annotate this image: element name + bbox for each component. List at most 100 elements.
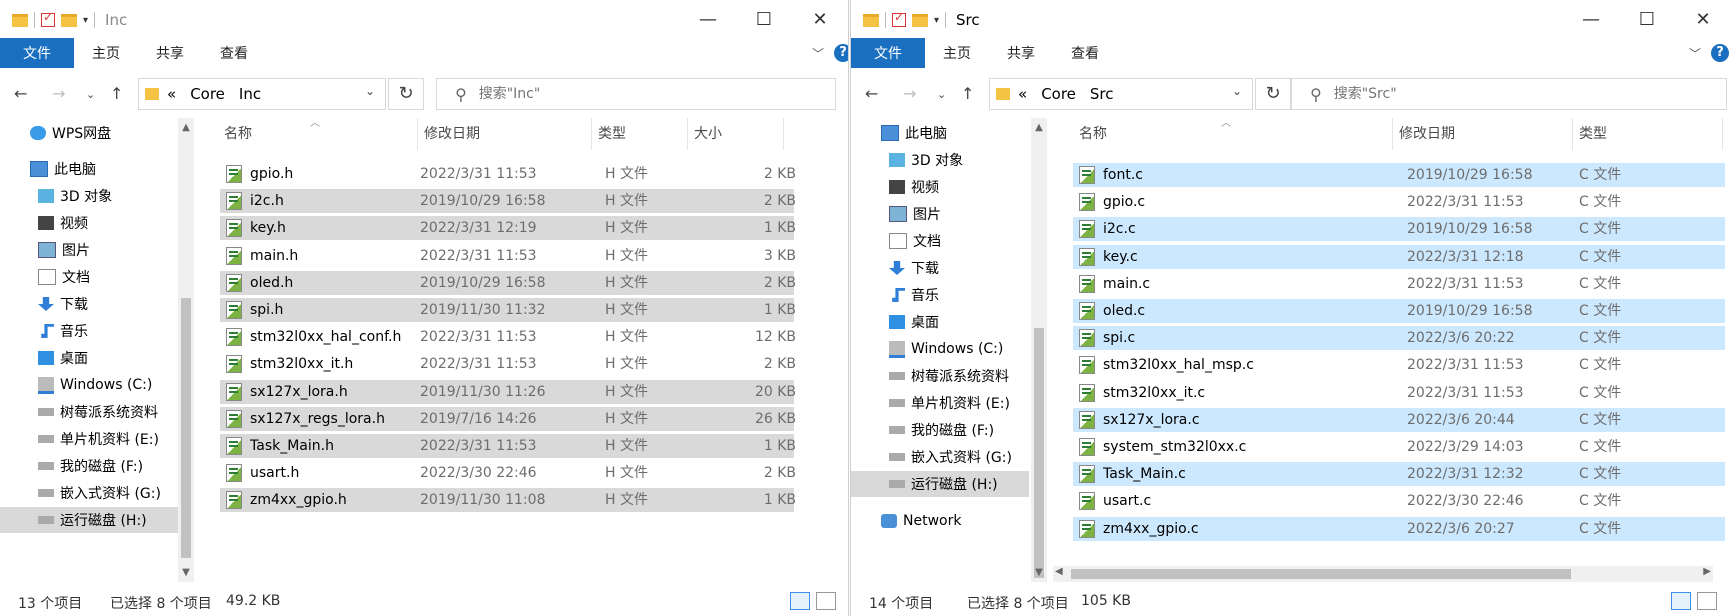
file-row[interactable]: stm32l0xx_hal_conf.h 2022/3/31 11:53 H 文件 1… — [220, 325, 796, 349]
file-row[interactable]: sx127x_regs_lora.h 2019/7/16 14:26 H 文件 26 … — [220, 406, 796, 431]
file-row[interactable]: Task_Main.c 2022/3/31 12:32 C 文件 — [1073, 462, 1725, 487]
nav-scrollbar[interactable]: ▲ ▼ — [178, 118, 194, 582]
file-row[interactable]: stm32l0xx_hal_msp.c 2022/3/31 11:53 C 文件 — [1073, 353, 1725, 377]
scroll-right-icon[interactable]: ▶ — [1703, 566, 1711, 577]
column-type[interactable]: 类型 — [1573, 118, 1723, 150]
scroll-up-icon[interactable]: ▲ — [1031, 122, 1047, 133]
tab-file[interactable]: 文件 — [0, 38, 74, 68]
nav-item[interactable]: 音乐 — [0, 318, 178, 344]
file-row[interactable]: oled.c 2019/10/29 16:58 C 文件 — [1073, 299, 1725, 323]
column-name[interactable]: 名称 — [1073, 118, 1393, 150]
large-icons-view-icon[interactable] — [816, 592, 836, 610]
nav-item[interactable]: 视频 — [0, 210, 178, 236]
search-input[interactable] — [476, 85, 681, 103]
address-bar[interactable]: « Core Src ⌄ — [989, 78, 1253, 110]
column-date[interactable]: 修改日期 — [418, 118, 592, 150]
details-view-icon[interactable] — [1671, 592, 1691, 610]
maximize-button[interactable]: ☐ — [736, 0, 792, 38]
tab-file[interactable]: 文件 — [851, 38, 925, 68]
file-row[interactable]: i2c.h 2019/10/29 16:58 H 文件 2 KB — [220, 189, 796, 214]
file-row[interactable]: font.c 2019/10/29 16:58 C 文件 — [1073, 163, 1725, 187]
nav-item[interactable]: Windows (C:) — [0, 372, 178, 398]
nav-item[interactable]: 嵌入式资料 (G:) — [0, 480, 178, 506]
nav-item[interactable]: 我的磁盘 (F:) — [851, 417, 1029, 443]
nav-item[interactable]: 下载 — [851, 255, 1029, 281]
up-arrow-icon[interactable]: ↑ — [961, 84, 974, 103]
tab-home[interactable]: 主页 — [74, 43, 138, 63]
file-row[interactable]: stm32l0xx_it.c 2022/3/31 11:53 C 文件 — [1073, 381, 1725, 405]
file-row[interactable]: Task_Main.h 2022/3/31 11:53 H 文件 1 KB — [220, 434, 796, 458]
breadcrumb-inc[interactable]: Inc — [239, 85, 261, 103]
file-row[interactable]: zm4xx_gpio.c 2022/3/6 20:27 C 文件 — [1073, 516, 1725, 541]
file-row[interactable]: gpio.c 2022/3/31 11:53 C 文件 — [1073, 190, 1725, 214]
recent-locations-icon[interactable]: ⌄ — [86, 88, 95, 101]
file-row[interactable]: oled.h 2019/10/29 16:58 H 文件 2 KB — [220, 270, 796, 295]
tab-view[interactable]: 查看 — [202, 43, 266, 63]
tab-share[interactable]: 共享 — [989, 43, 1053, 63]
file-row[interactable]: key.c 2022/3/31 12:18 C 文件 — [1073, 244, 1725, 269]
nav-item[interactable]: 图片 — [0, 237, 178, 263]
tab-view[interactable]: 查看 — [1053, 43, 1117, 63]
nav-item[interactable]: WPS网盘 — [0, 120, 178, 146]
file-row[interactable]: spi.h 2019/11/30 11:32 H 文件 1 KB — [220, 298, 796, 322]
tab-home[interactable]: 主页 — [925, 43, 989, 63]
up-arrow-icon[interactable]: ↑ — [110, 84, 123, 103]
chevron-down-icon[interactable]: ⌄ — [365, 84, 375, 98]
tab-share[interactable]: 共享 — [138, 43, 202, 63]
file-row[interactable]: usart.c 2022/3/30 22:46 C 文件 — [1073, 489, 1725, 513]
nav-item[interactable]: 视频 — [851, 174, 1029, 200]
help-icon[interactable]: ? — [834, 44, 848, 62]
search-input[interactable] — [1331, 85, 1536, 103]
back-arrow-icon[interactable]: ← — [865, 84, 878, 103]
file-row[interactable]: system_stm32l0xx.c 2022/3/29 14:03 C 文件 — [1073, 435, 1725, 459]
properties-icon[interactable] — [892, 10, 906, 27]
minimize-button[interactable]: — — [1563, 0, 1619, 38]
properties-icon[interactable] — [41, 10, 55, 27]
file-row[interactable]: main.h 2022/3/31 11:53 H 文件 3 KB — [220, 244, 796, 268]
new-folder-icon[interactable] — [61, 13, 77, 27]
nav-item[interactable]: 树莓派系统资料 — [851, 363, 1029, 389]
nav-item[interactable]: 单片机资料 (E:) — [0, 426, 178, 452]
scroll-down-icon[interactable]: ▼ — [1031, 567, 1047, 578]
new-folder-icon[interactable] — [912, 13, 928, 27]
file-row[interactable]: sx127x_lora.h 2019/11/30 11:26 H 文件 20 KB — [220, 379, 796, 404]
scroll-up-icon[interactable]: ▲ — [178, 122, 194, 133]
breadcrumb-core[interactable]: Core — [190, 85, 225, 103]
nav-item[interactable]: 此电脑 — [851, 120, 1029, 146]
nav-item[interactable]: 单片机资料 (E:) — [851, 390, 1029, 416]
customize-toolbar-icon[interactable]: ▾ — [934, 15, 939, 26]
refresh-button[interactable]: ↻ — [388, 78, 424, 110]
file-row[interactable]: usart.h 2022/3/30 22:46 H 文件 2 KB — [220, 461, 796, 485]
help-icon[interactable]: ? — [1711, 44, 1730, 62]
scrollbar-thumb[interactable] — [1071, 569, 1571, 579]
recent-locations-icon[interactable]: ⌄ — [937, 88, 946, 101]
details-view-icon[interactable] — [790, 592, 810, 610]
nav-item[interactable]: 此电脑 — [0, 156, 178, 182]
file-row[interactable]: zm4xx_gpio.h 2019/11/30 11:08 H 文件 1 KB — [220, 488, 796, 513]
expand-ribbon-icon[interactable]: ﹀ — [1689, 45, 1701, 62]
file-row[interactable]: main.c 2022/3/31 11:53 C 文件 — [1073, 272, 1725, 296]
chevron-down-icon[interactable]: ⌄ — [1232, 84, 1242, 98]
nav-item[interactable]: 文档 — [0, 264, 178, 290]
breadcrumb-src[interactable]: Src — [1090, 85, 1114, 103]
refresh-button[interactable]: ↻ — [1255, 78, 1291, 110]
search-box[interactable]: ⚲ — [1291, 78, 1727, 110]
nav-item[interactable]: 桌面 — [0, 345, 178, 371]
file-row[interactable]: sx127x_lora.c 2022/3/6 20:44 C 文件 — [1073, 407, 1725, 432]
close-button[interactable]: ✕ — [1675, 0, 1730, 38]
nav-item[interactable]: Windows (C:) — [851, 336, 1029, 362]
maximize-button[interactable]: ☐ — [1619, 0, 1675, 38]
nav-item[interactable]: 3D 对象 — [0, 183, 178, 209]
scrollbar-thumb[interactable] — [1034, 328, 1044, 578]
minimize-button[interactable]: — — [680, 0, 736, 38]
search-box[interactable]: ⚲ — [436, 78, 836, 110]
large-icons-view-icon[interactable] — [1697, 592, 1717, 610]
nav-item[interactable]: Network — [851, 508, 1029, 534]
file-row[interactable]: spi.c 2022/3/6 20:22 C 文件 — [1073, 326, 1725, 351]
close-button[interactable]: ✕ — [792, 0, 848, 38]
nav-item[interactable]: 运行磁盘 (H:) — [851, 471, 1029, 497]
nav-item[interactable]: 树莓派系统资料 — [0, 399, 178, 425]
nav-item[interactable]: 运行磁盘 (H:) — [0, 507, 178, 533]
address-bar[interactable]: « Core Inc ⌄ — [138, 78, 386, 110]
nav-item[interactable]: 桌面 — [851, 309, 1029, 335]
